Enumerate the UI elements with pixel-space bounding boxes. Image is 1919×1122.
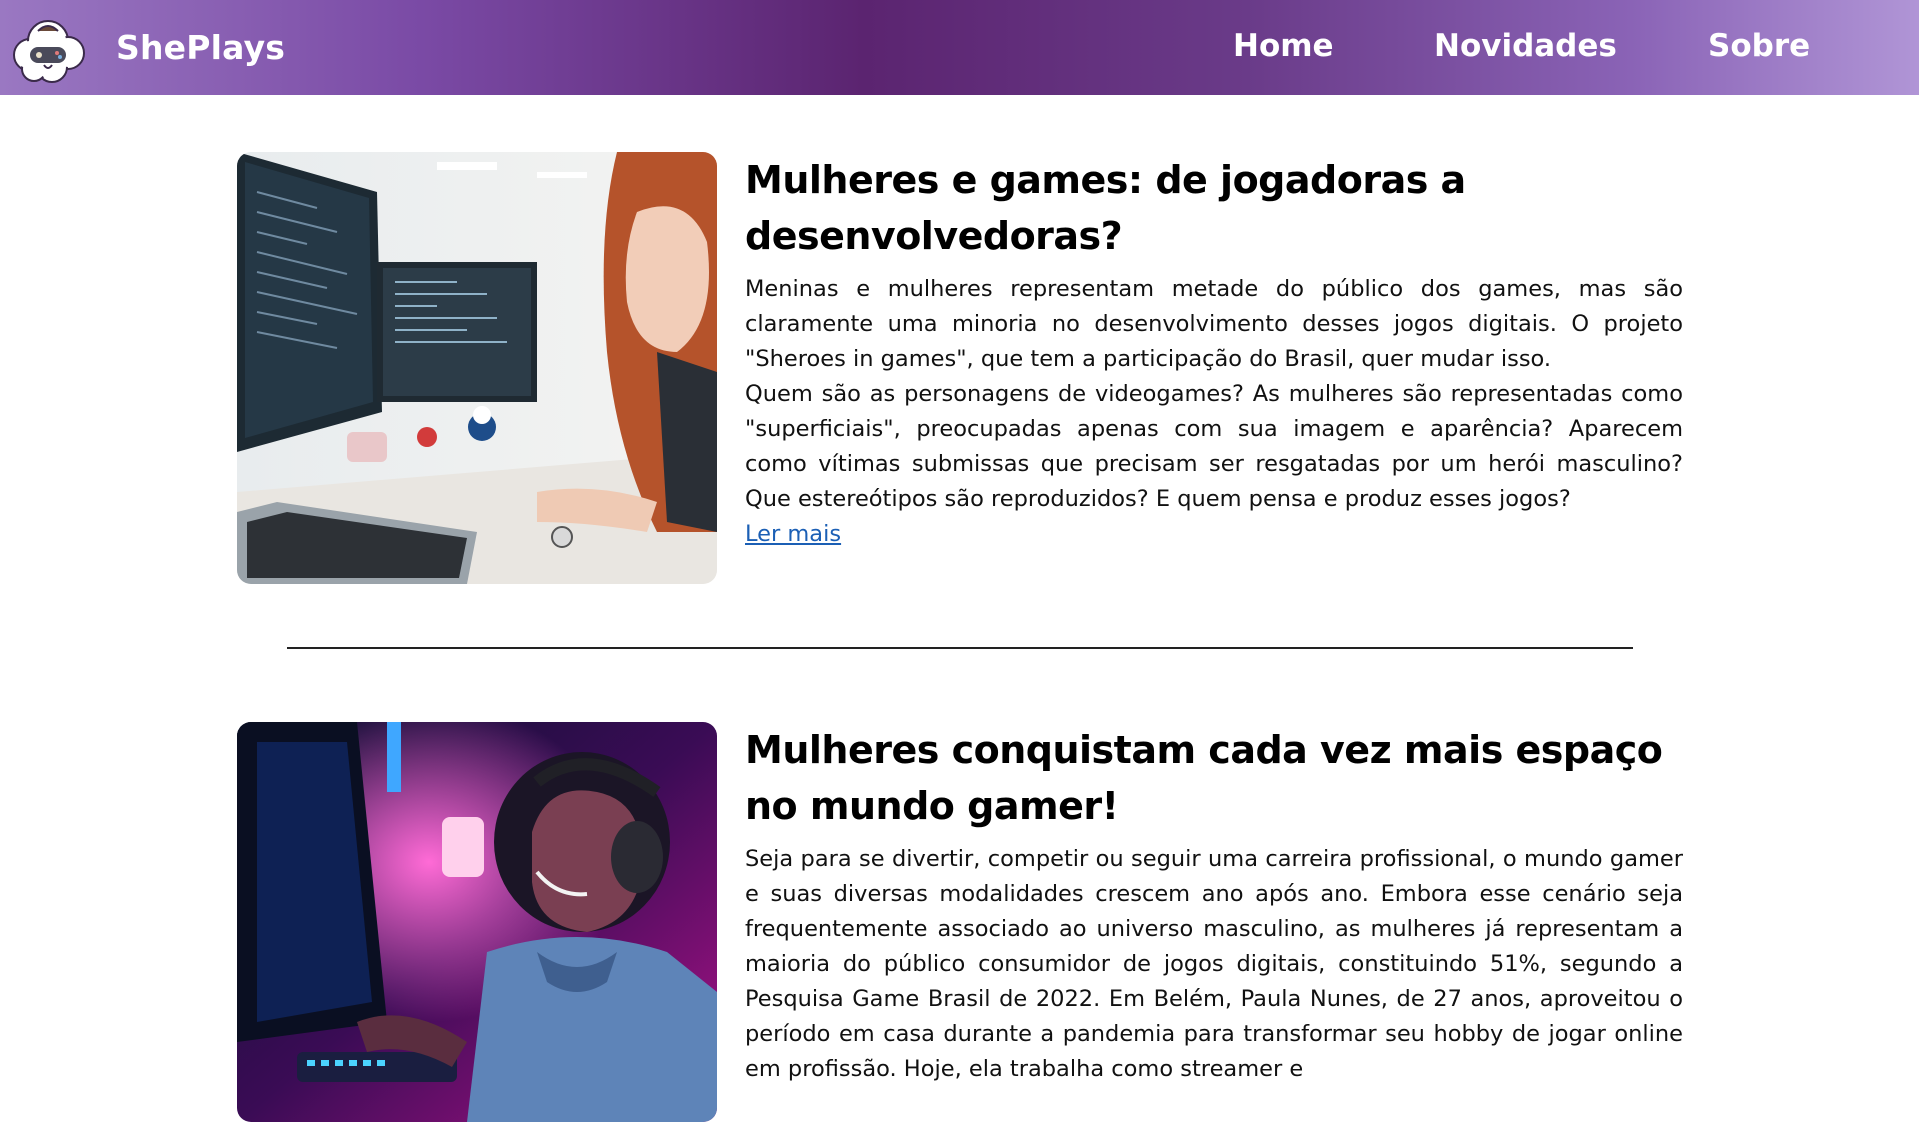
article-card: Mulheres e games: de jogadoras a desenvo… — [237, 152, 1683, 592]
article-content: Mulheres conquistam cada vez mais espaço… — [745, 722, 1683, 1087]
top-navbar: ShePlays Home Novidades Sobre — [0, 0, 1919, 95]
article-paragraph: Quem são as personagens de videogames? A… — [745, 381, 1683, 512]
nav-sobre[interactable]: Sobre — [1708, 28, 1810, 64]
nav-novidades[interactable]: Novidades — [1434, 28, 1617, 64]
article-paragraph: Seja para se divertir, competir ou segui… — [745, 846, 1683, 1082]
article-title[interactable]: Mulheres conquistam cada vez mais espaço… — [745, 722, 1683, 834]
article-title[interactable]: Mulheres e games: de jogadoras a desenvo… — [745, 152, 1683, 264]
article-paragraph: Meninas e mulheres representam metade do… — [745, 276, 1683, 372]
article-image-woman-at-computer — [237, 152, 717, 584]
brand[interactable]: ShePlays — [8, 9, 285, 87]
nav-home[interactable]: Home — [1233, 28, 1334, 64]
read-more-link[interactable]: Ler mais — [745, 517, 841, 552]
section-divider — [287, 647, 1633, 649]
article-content: Mulheres e games: de jogadoras a desenvo… — [745, 152, 1683, 552]
brand-name[interactable]: ShePlays — [116, 28, 285, 67]
article-image-gamer-with-headset — [237, 722, 717, 1122]
article-card: Mulheres conquistam cada vez mais espaço… — [237, 722, 1683, 1122]
cloud-gamepad-icon[interactable] — [8, 9, 90, 87]
